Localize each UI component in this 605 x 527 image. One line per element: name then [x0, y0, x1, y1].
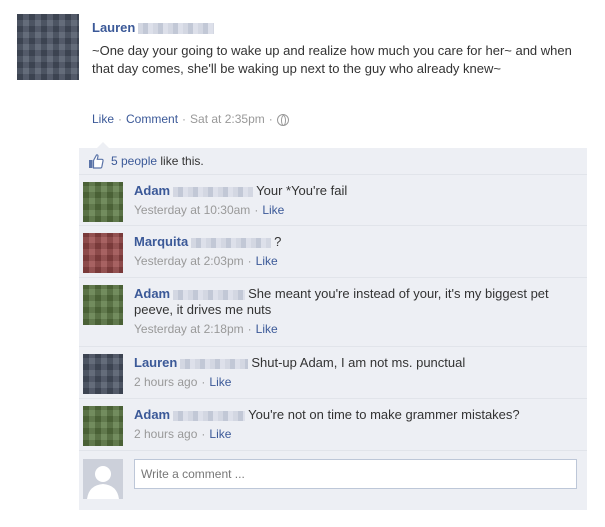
- redacted-surname: [173, 410, 246, 421]
- comment-like-link[interactable]: Like: [262, 203, 284, 217]
- redacted-surname: [180, 358, 249, 369]
- thumbs-up-icon: [89, 154, 104, 169]
- comment-text: Your *You're fail: [256, 183, 348, 198]
- post-author-avatar[interactable]: [17, 14, 79, 80]
- comment-author[interactable]: Marquita: [134, 234, 188, 249]
- comment-text: You're not on time to make grammer mista…: [248, 407, 520, 422]
- post-actions: Like · Comment · Sat at 2:35pm ·: [92, 112, 289, 126]
- commenter-avatar[interactable]: [83, 182, 123, 222]
- post-author-line: Lauren: [92, 19, 217, 35]
- comment-like-link[interactable]: Like: [209, 375, 231, 389]
- commenter-avatar[interactable]: [83, 285, 123, 325]
- post-text: ~One day your going to wake up and reali…: [92, 43, 572, 76]
- comment-item: Lauren Shut-up Adam, I am not ms. punctua…: [79, 346, 587, 399]
- redacted-surname: [173, 186, 254, 197]
- likes-summary: 5 people like this.: [111, 154, 204, 168]
- comment-author[interactable]: Lauren: [134, 355, 177, 370]
- commenter-avatar[interactable]: [83, 354, 123, 394]
- comment-author[interactable]: Adam: [134, 286, 170, 301]
- comment-item: Adam Your *You're fail Yesterday at 10:30…: [79, 174, 587, 226]
- comment-timestamp[interactable]: Yesterday at 2:18pm: [134, 322, 244, 336]
- post-author-name[interactable]: Lauren: [92, 20, 135, 35]
- comments-panel: 5 people like this. Adam Your *You're fai…: [79, 142, 587, 511]
- comment-timestamp[interactable]: 2 hours ago: [134, 427, 197, 441]
- redacted-surname: [173, 289, 246, 300]
- post-timestamp[interactable]: Sat at 2:35pm: [190, 112, 265, 126]
- commenter-avatar[interactable]: [83, 233, 123, 273]
- comment-like-link[interactable]: Like: [209, 427, 231, 441]
- comment-author[interactable]: Adam: [134, 183, 170, 198]
- comment-like-link[interactable]: Like: [256, 254, 278, 268]
- write-comment-row: Write a comment ...: [79, 450, 587, 511]
- comment-timestamp[interactable]: Yesterday at 2:03pm: [134, 254, 244, 268]
- comment-item: Marquita? Yesterday at 2:03pm · Like: [79, 225, 587, 278]
- comment-like-link[interactable]: Like: [256, 322, 278, 336]
- comment-item: Adam You're not on time to make grammer m…: [79, 398, 587, 451]
- post-comment-link[interactable]: Comment: [126, 112, 178, 126]
- comment-author[interactable]: Adam: [134, 407, 170, 422]
- comment-text: Shut-up Adam, I am not ms. punctual: [251, 355, 466, 370]
- redacted-surname: [191, 237, 272, 248]
- comment-text: ?: [274, 234, 282, 249]
- likes-count-link[interactable]: 5 people: [111, 154, 157, 168]
- comment-timestamp[interactable]: 2 hours ago: [134, 375, 197, 389]
- redacted-surname: [138, 22, 215, 34]
- commenter-avatar[interactable]: [83, 406, 123, 446]
- comment-item: Adam She meant you're instead of your, it…: [79, 277, 587, 347]
- comment-timestamp[interactable]: Yesterday at 10:30am: [134, 203, 250, 217]
- post-like-link[interactable]: Like: [92, 112, 114, 126]
- comment-input[interactable]: Write a comment ...: [134, 459, 577, 489]
- likes-row: 5 people like this.: [79, 148, 587, 174]
- globe-icon: [276, 113, 289, 126]
- default-avatar-icon: [83, 459, 123, 499]
